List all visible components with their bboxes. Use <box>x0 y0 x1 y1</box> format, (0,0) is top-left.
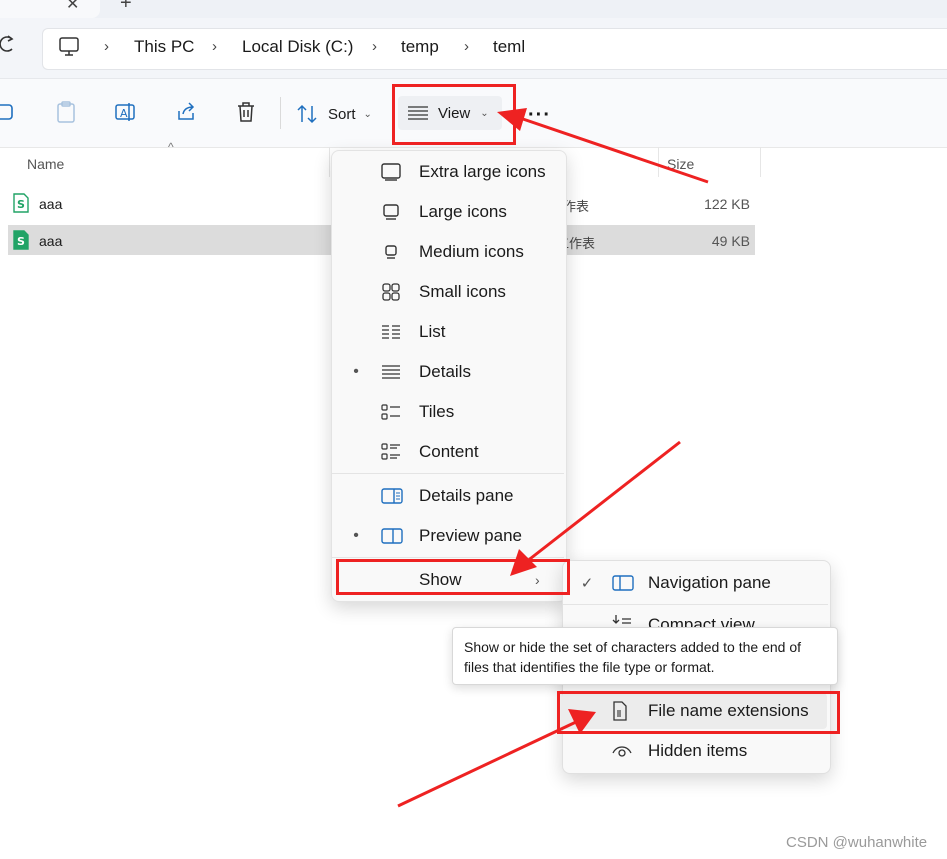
watermark: CSDN @wuhanwhite <box>786 834 928 851</box>
annotation-arrow <box>497 108 709 184</box>
annotation-arrows <box>397 108 709 808</box>
annotation-arrow <box>397 709 596 808</box>
annotation-arrow <box>510 440 681 576</box>
